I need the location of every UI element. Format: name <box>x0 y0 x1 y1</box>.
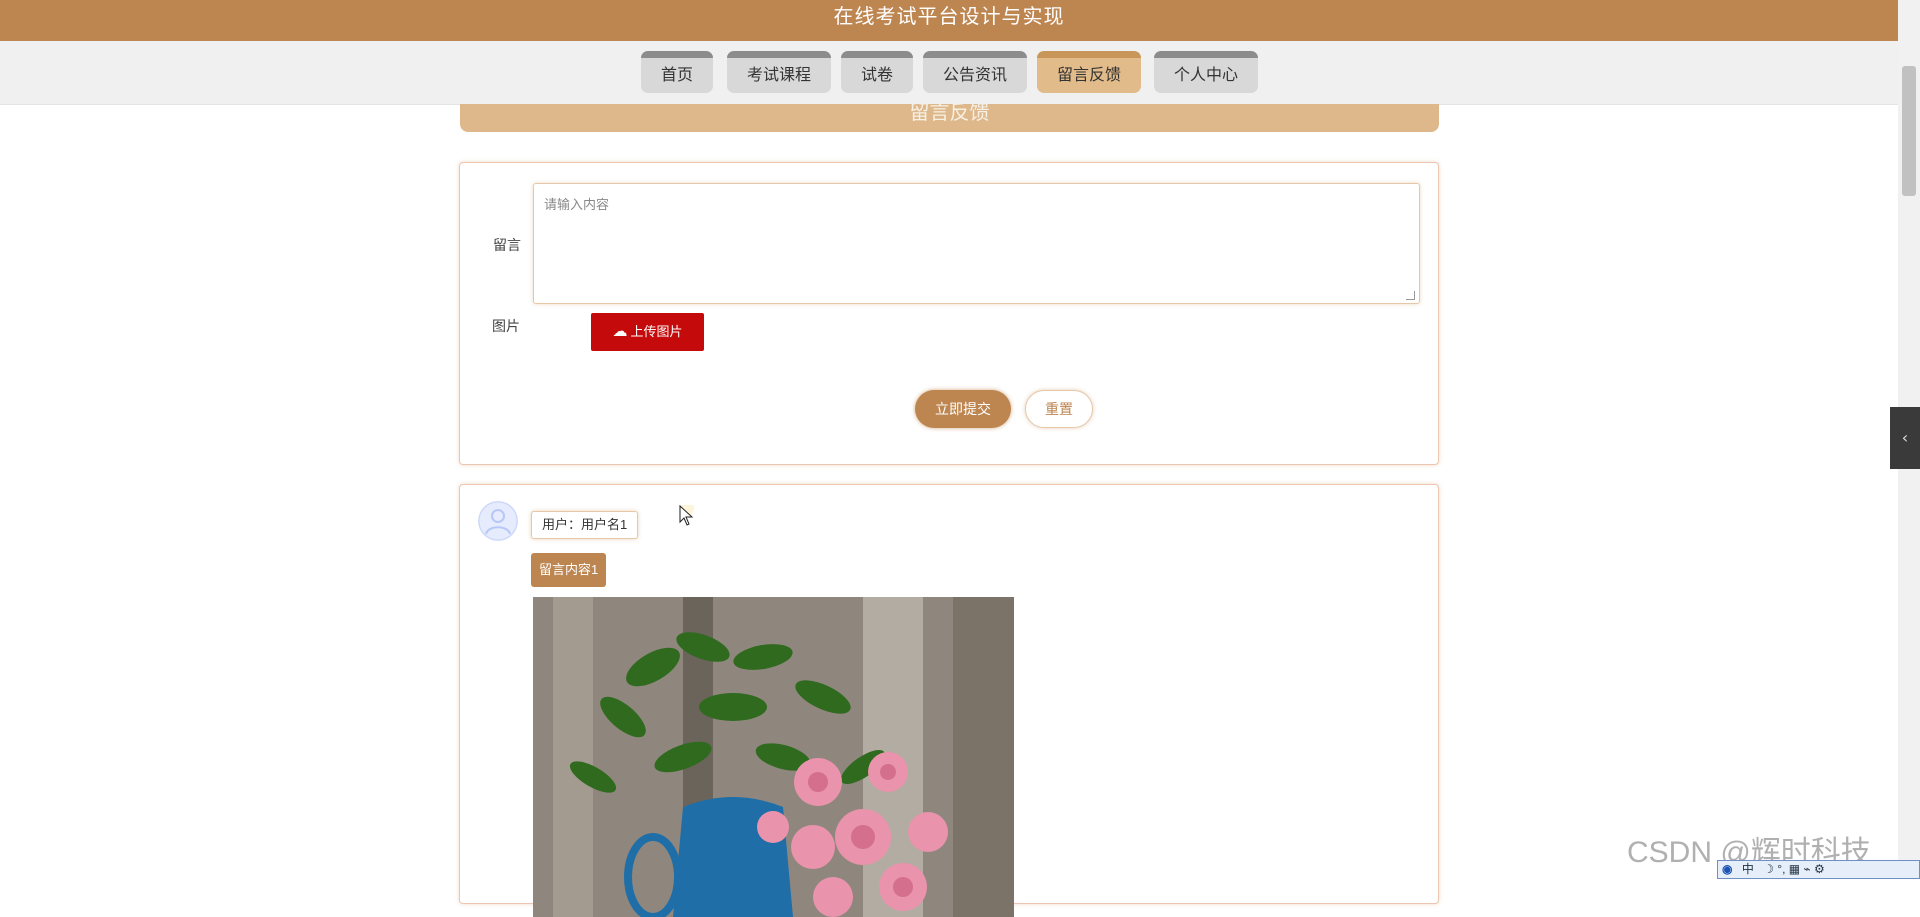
ime-toolbar[interactable]: ◉ 中 ☽ °, ▦ ⌁ ⚙ <box>1717 860 1920 879</box>
app-title-bar: 在线考试平台设计与实现 <box>0 0 1898 41</box>
nav-home[interactable]: 首页 <box>641 51 713 93</box>
nav-papers[interactable]: 试卷 <box>841 51 913 93</box>
upload-label: 上传图片 <box>630 324 683 339</box>
ime-logo-icon: ◉ <box>1722 862 1733 876</box>
image-label: 图片 <box>492 318 520 334</box>
user-avatar-icon <box>478 501 518 541</box>
nav-feedback[interactable]: 留言反馈 <box>1037 51 1141 93</box>
reset-button[interactable]: 重置 <box>1025 390 1093 428</box>
upload-image-button[interactable]: ☁ 上传图片 <box>591 313 704 351</box>
scroll-thumb[interactable] <box>1902 66 1916 196</box>
comment-user-name: 用户：用户名1 <box>531 511 639 539</box>
submit-button[interactable]: 立即提交 <box>915 390 1011 428</box>
mouse-cursor-icon <box>670 495 695 531</box>
main-nav: 首页 考试课程 试卷 公告资讯 留言反馈 个人中心 <box>0 41 1898 105</box>
section-title: 留言反馈 <box>909 104 990 124</box>
ime-mode[interactable]: 中 <box>1742 862 1754 876</box>
nav-announcements[interactable]: 公告资讯 <box>923 51 1027 93</box>
comment-list: 用户：用户名1 留言内容1 <box>459 484 1439 917</box>
app-title: 在线考试平台设计与实现 <box>833 4 1065 28</box>
nav-personal-center[interactable]: 个人中心 <box>1154 51 1258 93</box>
comment-content: 留言内容1 <box>531 553 607 587</box>
comment-image <box>533 597 1014 917</box>
ime-tools-icon: ☽ °, ▦ ⌁ ⚙ <box>1763 862 1825 876</box>
side-panel-toggle[interactable]: ‹ <box>1890 407 1920 469</box>
resize-grip-icon[interactable] <box>1406 291 1415 300</box>
feedback-form: 留言 请输入内容 图片 ☁ 上传图片 立即提交 重置 <box>459 162 1439 465</box>
chevron-left-icon: ‹ <box>1901 428 1909 447</box>
message-label: 留言 <box>493 237 521 253</box>
cloud-upload-icon: ☁ <box>612 323 628 340</box>
message-input[interactable]: 请输入内容 <box>533 183 1420 304</box>
nav-exam-courses[interactable]: 考试课程 <box>727 51 831 93</box>
section-title-banner: 留言反馈 <box>460 104 1439 132</box>
